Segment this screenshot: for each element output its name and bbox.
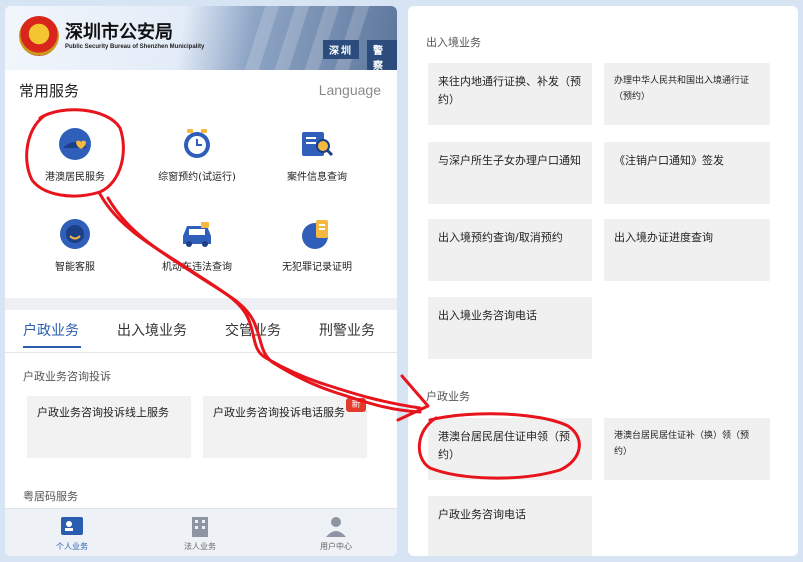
tab-traffic[interactable]: 交管业务 <box>225 320 281 340</box>
nav-label: 法人业务 <box>184 542 216 551</box>
document-icon <box>299 216 335 252</box>
header-sign: 警察 <box>367 40 397 70</box>
nav-label: 用户中心 <box>320 542 352 551</box>
card-permit-progress[interactable]: 出入境办证进度查询 <box>604 219 770 281</box>
card-appointment-query[interactable]: 出入境预约查询/取消预约 <box>428 219 592 281</box>
card-cancel-household-notice[interactable]: 《注销户口通知》签发 <box>604 142 770 204</box>
service-no-criminal-record[interactable]: 无犯罪记录证明 <box>257 216 377 273</box>
card-consult-phone[interactable]: 户政业务咨询投诉电话服务 <box>203 396 367 458</box>
service-label: 综窗预约(试运行) <box>158 172 236 183</box>
card-household-phone[interactable]: 户政业务咨询电话 <box>428 496 592 556</box>
new-badge: 新 <box>346 398 366 412</box>
car-icon <box>179 216 215 252</box>
tab-criminal[interactable]: 刑警业务 <box>319 320 375 340</box>
section-divider <box>5 298 397 310</box>
section-title-residence-code: 粤居码服务 <box>23 490 78 503</box>
service-label: 港澳居民服务 <box>45 172 105 183</box>
user-icon <box>324 515 348 537</box>
header-sign: 深圳 <box>323 40 359 59</box>
header-banner: 深圳市公安局 Public Security Bureau of Shenzhe… <box>5 6 397 70</box>
section-title-consult: 户政业务咨询投诉 <box>23 370 111 383</box>
service-window-appointment[interactable]: 综窗预约(试运行) <box>137 126 257 183</box>
card-exit-entry-phone[interactable]: 出入境业务咨询电话 <box>428 297 592 359</box>
person-card-icon <box>60 515 84 537</box>
page-title: 深圳市公安局 <box>65 22 173 43</box>
service-label: 无犯罪记录证明 <box>282 262 352 273</box>
service-case-info-query[interactable]: 案件信息查询 <box>257 126 377 183</box>
tab-exit-entry[interactable]: 出入境业务 <box>117 320 187 340</box>
language-link[interactable]: Language <box>319 82 381 98</box>
card-consult-online[interactable]: 户政业务咨询投诉线上服务 <box>27 396 191 458</box>
nav-user-center[interactable]: 用户中心 <box>291 515 381 552</box>
services-title: 常用服务 <box>19 82 80 100</box>
tab-household[interactable]: 户政业务 <box>23 320 79 340</box>
nav-label: 个人业务 <box>56 542 88 551</box>
section-title-household: 户政业务 <box>426 390 470 403</box>
police-emblem-icon <box>19 16 59 56</box>
building-icon <box>188 515 212 537</box>
service-vehicle-violation[interactable]: 机动车违法查询 <box>137 216 257 273</box>
right-screen: 出入境业务 来往内地通行证换、补发（预约） 办理中华人民共和国出入境通行证（预约… <box>408 6 798 556</box>
section-title-exit-entry: 出入境业务 <box>426 36 481 49</box>
service-label: 机动车违法查询 <box>162 262 232 273</box>
nav-legal-entity[interactable]: 法人业务 <box>155 515 245 552</box>
card-exit-entry-permit[interactable]: 办理中华人民共和国出入境通行证（预约） <box>604 63 770 125</box>
card-mainland-permit-renewal[interactable]: 来往内地通行证换、补发（预约） <box>428 63 592 125</box>
robot-icon <box>57 216 93 252</box>
service-hk-macau-residents[interactable]: 港澳居民服务 <box>15 126 135 183</box>
active-tab-indicator <box>23 346 81 348</box>
card-hmt-residence-permit-replace[interactable]: 港澳台居民居住证补（换）领（预约） <box>604 418 770 480</box>
service-label: 智能客服 <box>55 262 95 273</box>
page-subtitle: Public Security Bureau of Shenzhen Munic… <box>65 44 205 50</box>
service-label: 案件信息查询 <box>287 172 347 183</box>
book-search-icon <box>299 126 335 162</box>
service-smart-support[interactable]: 智能客服 <box>15 216 135 273</box>
helmet-heart-icon <box>57 126 93 162</box>
bottom-nav: 个人业务 法人业务 用户中心 <box>5 508 397 556</box>
clock-icon <box>179 126 215 162</box>
left-screen: 深圳市公安局 Public Security Bureau of Shenzhe… <box>5 6 397 556</box>
card-child-household-notice[interactable]: 与深户所生子女办理户口通知 <box>428 142 592 204</box>
card-hmt-residence-permit-apply[interactable]: 港澳台居民居住证申领（预约） <box>428 418 592 480</box>
nav-personal[interactable]: 个人业务 <box>27 515 117 552</box>
